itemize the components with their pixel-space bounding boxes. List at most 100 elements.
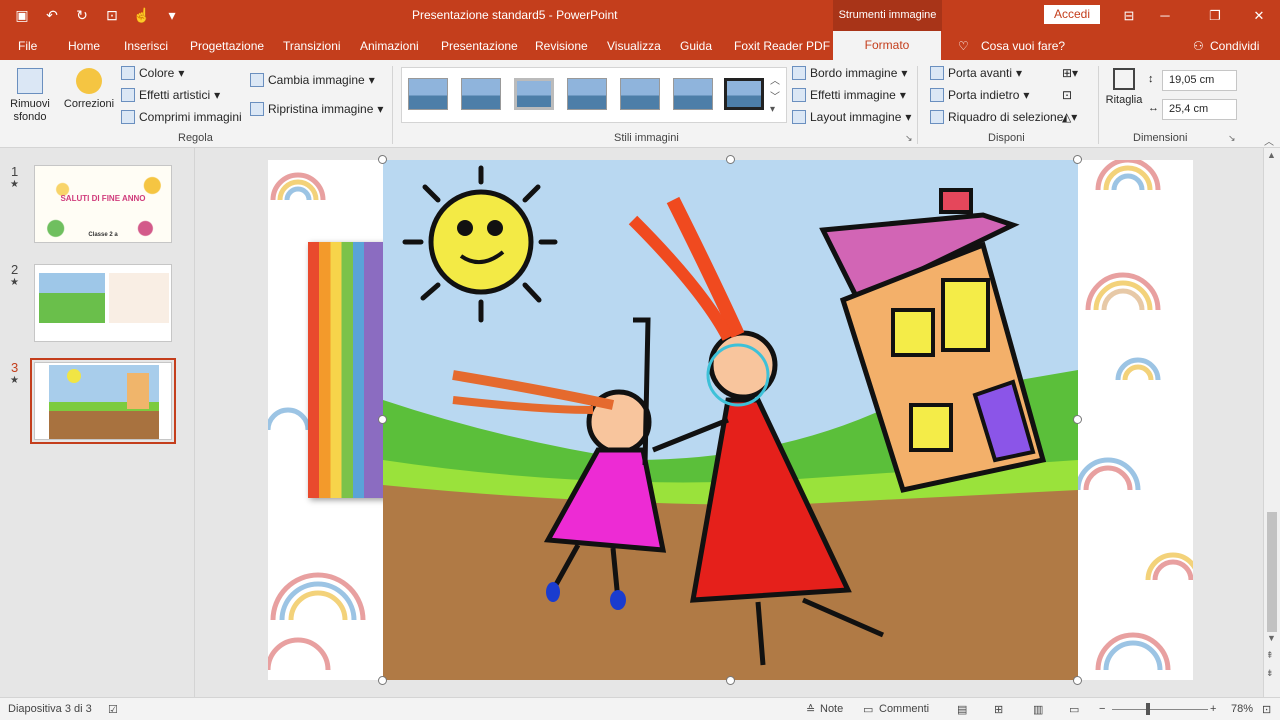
tab-home[interactable]: Home (68, 39, 100, 53)
resize-handle[interactable] (1073, 415, 1082, 424)
change-picture-button[interactable]: Cambia immagine ▾ (250, 73, 375, 87)
background-rainbow-picture[interactable] (308, 242, 388, 498)
current-slide[interactable] (268, 160, 1193, 680)
restore-icon[interactable]: ❐ (1192, 0, 1238, 31)
normal-view-icon[interactable]: ▤ (957, 703, 967, 716)
previous-slide-icon[interactable]: ⇞ (1266, 650, 1274, 661)
fit-to-window-icon[interactable]: ⊡ (1262, 703, 1271, 716)
resize-handle[interactable] (1073, 676, 1082, 685)
zoom-slider[interactable] (1112, 709, 1208, 710)
tab-transitions[interactable]: Transizioni (283, 39, 341, 53)
artistic-effects-button[interactable]: Effetti artistici ▾ (121, 88, 220, 102)
present-icon[interactable]: ⊡ (100, 5, 124, 25)
style-thumb[interactable] (461, 78, 501, 110)
slide-thumbnail-3[interactable] (30, 358, 176, 444)
tab-file[interactable]: File (18, 39, 37, 53)
tell-me-search[interactable]: Cosa vuoi fare? (981, 39, 1065, 53)
style-thumb[interactable] (673, 78, 713, 110)
save-icon[interactable]: ▣ (10, 5, 34, 25)
zoom-slider-thumb[interactable] (1146, 703, 1150, 715)
minimize-icon[interactable]: ─ (1142, 0, 1188, 31)
style-thumb[interactable] (514, 78, 554, 110)
notes-button[interactable]: Note (820, 703, 843, 715)
tab-view[interactable]: Visualizza (607, 39, 661, 53)
tab-help[interactable]: Guida (680, 39, 712, 53)
tab-insert[interactable]: Inserisci (124, 39, 168, 53)
tab-review[interactable]: Revisione (535, 39, 588, 53)
style-thumb[interactable] (724, 78, 764, 110)
tab-slideshow[interactable]: Presentazione (441, 39, 518, 53)
gallery-scroll-up-icon[interactable]: ︿ (770, 72, 780, 87)
picture-layout-button[interactable]: Layout immagine ▾ (792, 110, 911, 124)
slideshow-view-icon[interactable]: ▭ (1069, 703, 1079, 716)
crop-button[interactable]: Ritaglia (1105, 68, 1143, 106)
resize-handle[interactable] (378, 415, 387, 424)
resize-handle[interactable] (1073, 155, 1082, 164)
customize-qat-icon[interactable]: ▾ (160, 5, 184, 25)
resize-handle[interactable] (378, 676, 387, 685)
rotate-icon[interactable]: ◭▾ (1062, 110, 1077, 124)
corrections-button[interactable]: Correzioni (62, 68, 116, 110)
tab-foxit[interactable]: Foxit Reader PDF (734, 39, 830, 53)
undo-icon[interactable]: ↶ (40, 5, 64, 25)
align-icon[interactable]: ⊞▾ (1062, 66, 1078, 80)
bring-forward-button[interactable]: Porta avanti ▾ (930, 66, 1022, 80)
close-icon[interactable]: ✕ (1236, 0, 1280, 31)
selection-pane-icon (930, 110, 944, 124)
color-button[interactable]: Colore ▾ (121, 66, 184, 80)
gallery-scroll-down-icon[interactable]: ﹀ (770, 88, 780, 103)
style-thumb[interactable] (408, 78, 448, 110)
crop-label: Ritaglia (1105, 94, 1143, 106)
zoom-in-icon[interactable]: + (1210, 703, 1216, 715)
slide-thumbnail-2[interactable] (34, 264, 172, 342)
compress-pictures-button[interactable]: Comprimi immagini (121, 110, 242, 124)
accessibility-icon[interactable]: ☑ (108, 703, 118, 716)
tab-animations[interactable]: Animazioni (360, 39, 419, 53)
comments-icon[interactable]: ▭ (863, 703, 873, 716)
picture-tools-context: Strumenti immagine (833, 0, 942, 31)
sun-icon (76, 68, 102, 94)
selected-picture[interactable] (383, 160, 1078, 680)
gallery-more-icon[interactable]: ▾ (770, 104, 775, 115)
comments-button[interactable]: Commenti (879, 703, 929, 715)
collapse-ribbon-icon[interactable]: ︿ (1264, 133, 1274, 148)
zoom-level[interactable]: 78% (1231, 703, 1253, 715)
scroll-thumb[interactable] (1267, 512, 1277, 632)
selection-pane-button[interactable]: Riquadro di selezione (930, 110, 1063, 124)
remove-background-button[interactable]: Rimuovi sfondo (8, 68, 52, 124)
width-field[interactable]: 25,4 cm (1162, 99, 1237, 120)
scroll-up-icon[interactable]: ▲ (1267, 150, 1276, 160)
styles-dialog-launcher-icon[interactable]: ↘ (905, 133, 913, 144)
style-thumb[interactable] (620, 78, 660, 110)
height-field[interactable]: 19,05 cm (1162, 70, 1237, 91)
redo-icon[interactable]: ↻ (70, 5, 94, 25)
next-slide-icon[interactable]: ⇟ (1266, 668, 1274, 679)
width-icon: ↔ (1148, 102, 1159, 114)
slide-1-subtitle: Classe 2 a (88, 232, 118, 238)
scroll-down-icon[interactable]: ▼ (1267, 633, 1276, 643)
slide-thumbnail-1[interactable]: SALUTI DI FINE ANNO Classe 2 a (34, 165, 172, 243)
touch-mode-icon[interactable]: ☝ (130, 5, 154, 25)
zoom-out-icon[interactable]: − (1099, 703, 1105, 715)
picture-border-button[interactable]: Bordo immagine ▾ (792, 66, 907, 80)
color-icon (121, 66, 135, 80)
resize-handle[interactable] (726, 155, 735, 164)
vertical-scrollbar[interactable]: ▲ ▼ ⇞ ⇟ (1263, 148, 1280, 697)
share-button[interactable]: Condividi (1210, 39, 1259, 53)
notes-icon[interactable]: ≙ (806, 703, 815, 716)
send-backward-button[interactable]: Porta indietro ▾ (930, 88, 1029, 102)
signin-button[interactable]: Accedi (1044, 5, 1100, 24)
resize-handle[interactable] (726, 676, 735, 685)
style-thumb[interactable] (567, 78, 607, 110)
tab-design[interactable]: Progettazione (190, 39, 264, 53)
bring-forward-icon (930, 66, 944, 80)
tab-format[interactable]: Formato (833, 31, 941, 60)
group-icon[interactable]: ⊡ (1062, 88, 1072, 102)
resize-handle[interactable] (378, 155, 387, 164)
slide-sorter-icon[interactable]: ⊞ (994, 703, 1003, 716)
slide-number-active: 3 (11, 360, 19, 375)
reset-picture-button[interactable]: Ripristina immagine ▾ (250, 102, 383, 116)
reading-view-icon[interactable]: ▥ (1033, 703, 1043, 716)
picture-effects-button[interactable]: Effetti immagine ▾ (792, 88, 906, 102)
size-dialog-launcher-icon[interactable]: ↘ (1228, 133, 1236, 144)
